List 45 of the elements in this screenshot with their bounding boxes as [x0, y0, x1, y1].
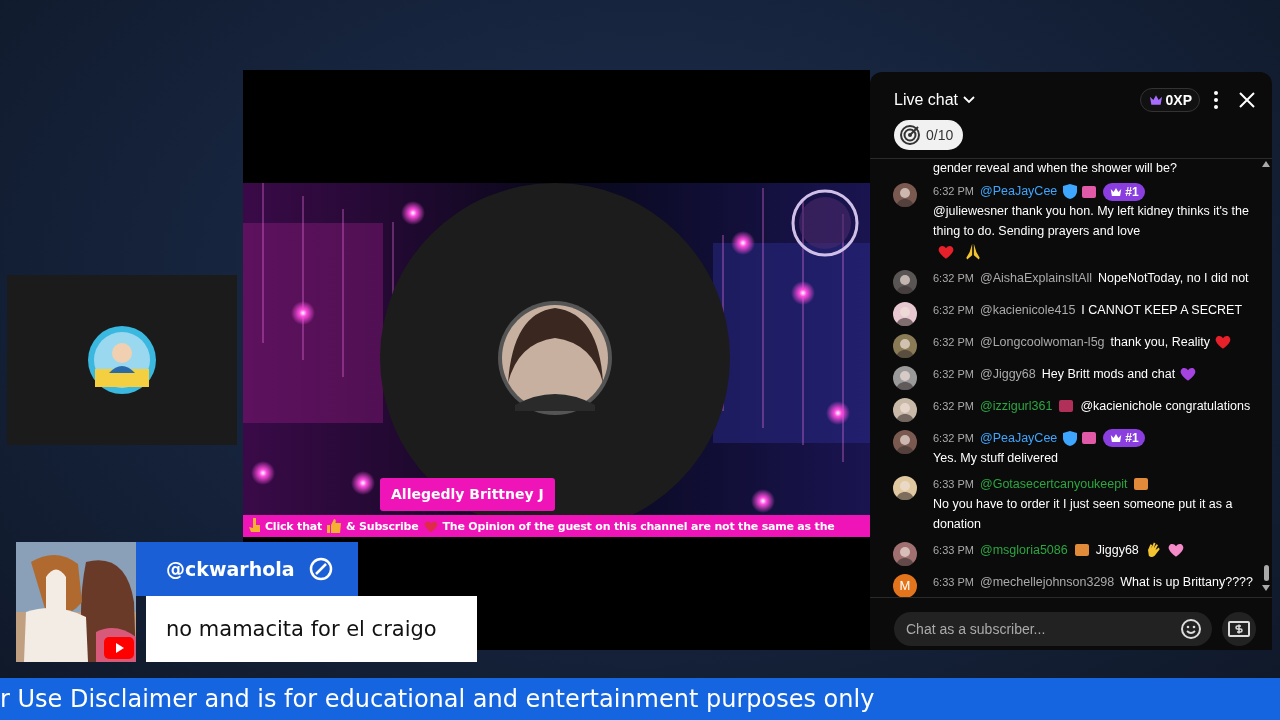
rank-badge: #1: [1103, 182, 1145, 201]
timestamp: 6:32 PM: [933, 303, 974, 316]
timestamp: 6:33 PM: [933, 477, 974, 490]
timestamp: 6:32 PM: [933, 271, 974, 284]
author-name[interactable]: @PeaJayCee: [979, 430, 1058, 445]
author-name[interactable]: @izzigurl361: [979, 398, 1053, 413]
author-name[interactable]: @Longcoolwoman-l5g: [979, 334, 1105, 349]
chat-message-text: Hey Britt mods and chat: [1041, 365, 1176, 383]
ticker-text: & Subscribe: [346, 519, 419, 533]
timestamp: 6:32 PM: [933, 185, 974, 197]
name-tag: Allegedly Brittney J: [380, 478, 555, 511]
author-name[interactable]: @mechellejohnson3298: [979, 574, 1115, 589]
author-name[interactable]: @PeaJayCee: [979, 184, 1058, 198]
chat-message-text: @juliewesner thank you hon. My left kidney thinks it's the thing to do. Sending prayers and love: [933, 203, 1250, 240]
timestamp: 6:33 PM: [933, 575, 974, 588]
chat-message-text: thank you, Reality: [1110, 333, 1210, 351]
author-name[interactable]: @kacienicole415: [979, 302, 1076, 317]
timestamp: 6:32 PM: [933, 431, 974, 444]
comment-author: @ckwarhola: [166, 558, 295, 580]
chat-message-text: gender reveal and when the shower will be?: [933, 161, 1178, 175]
chat-message-text: NopeNotToday, no I did not: [1098, 269, 1249, 287]
author-name[interactable]: @AishaExplainsItAll: [979, 270, 1092, 285]
timestamp: 6:33 PM: [933, 543, 974, 556]
xp-pill[interactable]: 0XP: [1139, 88, 1200, 112]
ticker-text: Click that: [265, 519, 323, 533]
timestamp: 6:32 PM: [933, 399, 974, 412]
author-name[interactable]: @Jiggy68: [979, 366, 1036, 381]
chat-message-text: Jiggy68: [1095, 541, 1139, 559]
author-name[interactable]: @msgloria5086: [979, 542, 1068, 557]
goal-pill[interactable]: 0/10: [894, 120, 964, 150]
disclaimer-banner: r Use Disclaimer and is for educational and entertainment purposes only: [0, 678, 1280, 720]
chat-input-field[interactable]: Chat as a subscriber...: [894, 612, 1212, 646]
avatar: M: [893, 573, 917, 597]
timestamp: 6:32 PM: [933, 367, 974, 380]
chat-mode-dropdown[interactable]: Live chat: [894, 91, 977, 109]
chat-message-text: I CANNOT KEEP A SECRET: [1081, 301, 1243, 319]
timestamp: 6:32 PM: [933, 335, 974, 348]
author-name[interactable]: @Gotasecertcanyoukeepit: [979, 476, 1128, 491]
rank-badge: #1: [1103, 429, 1145, 448]
chat-message-text: No you have to order it I just seen someone put it as a donation: [933, 495, 1234, 533]
chat-message-text: Yes. My stuff delivered: [933, 449, 1059, 467]
chat-message-text: What is up Brittany????: [1120, 573, 1253, 591]
chat-message-text: @kacienichole congratulations: [1080, 397, 1251, 415]
comment-text: no mamacita for el craigo: [146, 596, 477, 662]
ticker-text: The Opinion of the guest on this channel are not the same as the: [442, 519, 835, 533]
